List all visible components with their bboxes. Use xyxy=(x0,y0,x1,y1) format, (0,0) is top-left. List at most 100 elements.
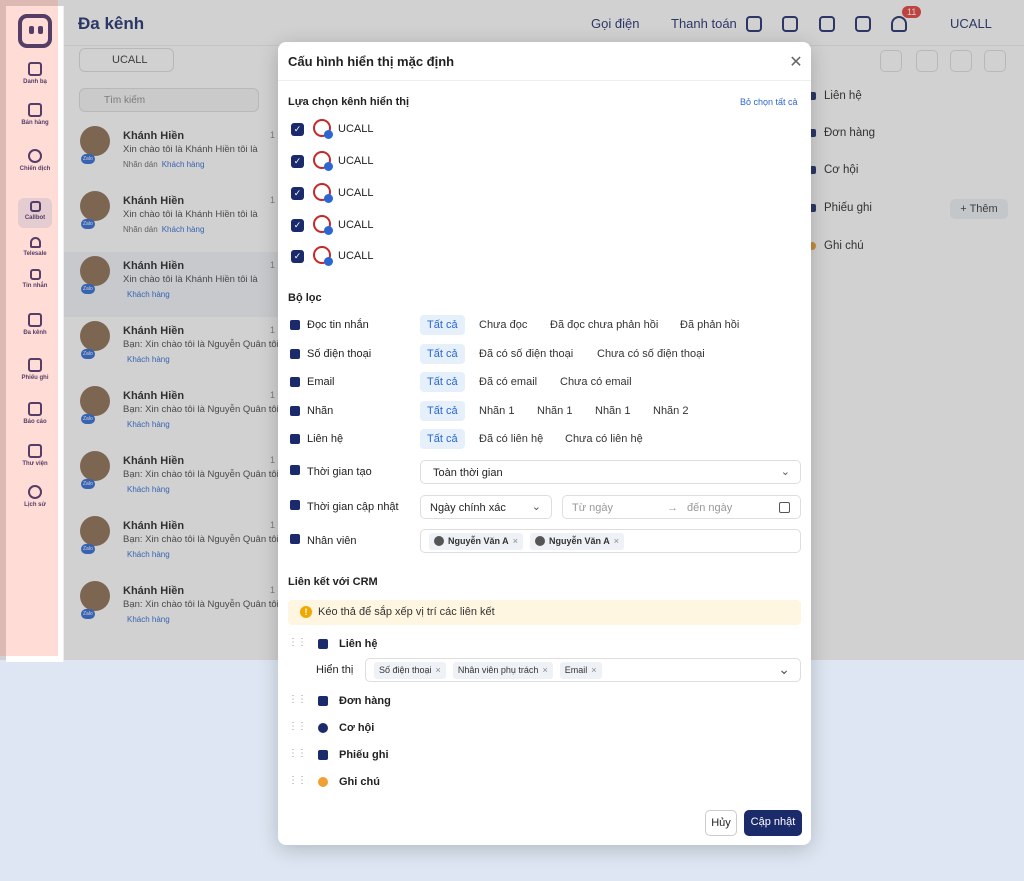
filter-chip[interactable]: Tất cả xyxy=(420,429,465,449)
filter-chip[interactable]: Đã phản hồi xyxy=(673,315,746,335)
date-range-input[interactable]: Từ ngày → đến ngày xyxy=(562,495,801,519)
remove-icon[interactable]: × xyxy=(436,665,441,675)
checkbox[interactable]: ✓ xyxy=(291,187,304,200)
key-icon xyxy=(318,723,328,733)
arrow-right-icon: → xyxy=(667,502,678,514)
drag-handle-icon[interactable]: ⋮⋮ xyxy=(288,694,307,705)
crm-link-contact[interactable]: ⋮⋮ Liên hệ xyxy=(288,636,798,654)
drag-handle-icon[interactable]: ⋮⋮ xyxy=(288,775,307,786)
ucall-channel-icon xyxy=(313,119,333,139)
filter-chip[interactable]: Tất cả xyxy=(420,372,465,392)
filter-chip[interactable]: Tất cả xyxy=(420,315,465,335)
filter-chip[interactable]: Nhãn 2 xyxy=(646,401,695,421)
filter-updated-time: Thời gian cập nhật Ngày chính xác ⌄ Từ ng… xyxy=(288,495,803,521)
filter-chip[interactable]: Đã có số điện thoại xyxy=(472,344,580,364)
filter-chip[interactable]: Nhãn 1 xyxy=(530,401,579,421)
filter-created-time: Thời gian tạo Toàn thời gian ⌄ xyxy=(288,460,803,486)
contact-card-icon xyxy=(318,639,328,649)
crm-link-note[interactable]: ⋮⋮ Ghi chú xyxy=(288,774,798,792)
filter-label: Nhãn Tất cả Nhãn 1 Nhãn 1 Nhãn 1 Nhãn 2 xyxy=(288,401,803,423)
cancel-button[interactable]: Hủy xyxy=(705,810,737,836)
filter-contact: Liên hệ Tất cả Đã có liên hệ Chưa có liê… xyxy=(288,429,803,451)
filter-chip[interactable]: Tất cả xyxy=(420,401,465,421)
display-fields-select[interactable]: Số điện thoại × Nhân viên phụ trách × Emai… xyxy=(365,658,801,682)
deselect-all-link[interactable]: Bỏ chọn tất cả xyxy=(740,97,798,107)
filter-chip[interactable]: Nhãn 1 xyxy=(588,401,637,421)
tag-icon xyxy=(290,406,300,416)
filter-chip[interactable]: Đã có email xyxy=(472,372,544,392)
settings-modal: Cấu hình hiển thị mặc định ✕ Lựa chọn kê… xyxy=(278,42,811,845)
ticket-icon xyxy=(318,750,328,760)
calendar-icon xyxy=(290,465,300,475)
staff-tag: Nguyễn Văn A × xyxy=(429,533,523,550)
avatar xyxy=(434,536,444,546)
filter-chip[interactable]: Chưa có số điện thoại xyxy=(590,344,712,364)
channel-section-title: Lựa chọn kênh hiển thị xyxy=(288,96,410,108)
channel-option[interactable]: ✓ UCALL xyxy=(291,119,491,139)
date-mode-select[interactable]: Ngày chính xác ⌄ xyxy=(420,495,552,519)
sidebar-backdrop xyxy=(0,0,58,656)
modal-title: Cấu hình hiển thị mặc định xyxy=(288,54,455,69)
chevron-down-icon: ⌄ xyxy=(531,501,541,513)
channel-option[interactable]: ✓ UCALL xyxy=(291,215,491,235)
phone-icon xyxy=(290,349,300,359)
field-tag: Email × xyxy=(559,662,602,679)
channel-option[interactable]: ✓ UCALL xyxy=(291,151,491,171)
filter-staff: Nhân viên Nguyễn Văn A × Nguyễn Văn A × xyxy=(288,529,803,555)
crm-link-ticket[interactable]: ⋮⋮ Phiếu ghi xyxy=(288,747,798,765)
checkbox[interactable]: ✓ xyxy=(291,155,304,168)
note-icon xyxy=(318,777,328,787)
checkbox[interactable]: ✓ xyxy=(291,123,304,136)
ucall-channel-icon xyxy=(313,151,333,171)
remove-icon[interactable]: × xyxy=(614,536,619,546)
filter-email: Email Tất cả Đã có email Chưa có email xyxy=(288,372,803,394)
filter-chip[interactable]: Chưa đọc xyxy=(472,315,534,335)
ucall-channel-icon xyxy=(313,215,333,235)
remove-icon[interactable]: × xyxy=(542,665,547,675)
divider xyxy=(278,80,811,81)
crm-link-order[interactable]: ⋮⋮ Đơn hàng xyxy=(288,693,798,711)
filter-chip[interactable]: Đã có liên hệ xyxy=(472,429,550,449)
ucall-channel-icon xyxy=(313,183,333,203)
drag-hint: Kéo thả để sắp xếp vị trí các liên kết xyxy=(288,600,801,625)
filter-phone: Số điện thoại Tất cả Đã có số điện thoại… xyxy=(288,344,803,366)
staff-tag: Nguyễn Văn A × xyxy=(530,533,624,550)
display-fields-row: Hiển thị Số điện thoại × Nhân viên phụ tr… xyxy=(288,658,803,684)
checkbox[interactable]: ✓ xyxy=(291,250,304,263)
drag-handle-icon[interactable]: ⋮⋮ xyxy=(288,748,307,759)
calendar-icon[interactable] xyxy=(779,502,790,513)
calendar-icon xyxy=(290,500,300,510)
close-icon[interactable]: ✕ xyxy=(788,52,804,71)
staff-multiselect[interactable]: Nguyễn Văn A × Nguyễn Văn A × xyxy=(420,529,801,553)
filter-section-title: Bộ lọc xyxy=(288,292,322,304)
filter-chip[interactable]: Đã đọc chưa phản hồi xyxy=(543,315,665,335)
cart-icon xyxy=(318,696,328,706)
filter-read-status: Đọc tin nhắn Tất cả Chưa đọc Đã đọc chưa… xyxy=(288,315,803,337)
channel-option[interactable]: ✓ UCALL xyxy=(291,246,491,266)
drag-handle-icon[interactable]: ⋮⋮ xyxy=(288,721,307,732)
filter-chip[interactable]: Chưa có liên hệ xyxy=(558,429,650,449)
avatar xyxy=(535,536,546,546)
field-tag: Số điện thoại × xyxy=(374,662,446,679)
message-icon xyxy=(290,320,300,330)
sidebar: Danh bạ Bán hàng Chiến dịch Callbot Tele… xyxy=(0,0,64,662)
chevron-down-icon: ⌄ xyxy=(778,661,790,677)
crm-section-title: Liên kết với CRM xyxy=(288,576,378,588)
filter-chip[interactable]: Tất cả xyxy=(420,344,465,364)
filter-chip[interactable]: Chưa có email xyxy=(553,372,639,392)
channel-option[interactable]: ✓ UCALL xyxy=(291,183,491,203)
field-tag: Nhân viên phụ trách × xyxy=(452,662,553,679)
remove-icon[interactable]: × xyxy=(591,665,596,675)
mail-icon xyxy=(290,377,300,387)
checkbox[interactable]: ✓ xyxy=(291,219,304,232)
created-time-select[interactable]: Toàn thời gian ⌄ xyxy=(420,460,801,484)
remove-icon[interactable]: × xyxy=(513,536,518,546)
update-button[interactable]: Cập nhật xyxy=(744,810,802,836)
filter-chip[interactable]: Nhãn 1 xyxy=(472,401,521,421)
chevron-down-icon: ⌄ xyxy=(780,466,790,478)
ucall-channel-icon xyxy=(313,246,333,266)
drag-handle-icon[interactable]: ⋮⋮ xyxy=(288,637,307,648)
crm-link-opportunity[interactable]: ⋮⋮ Cơ hội xyxy=(288,720,798,738)
contact-card-icon xyxy=(290,434,300,444)
user-icon xyxy=(290,534,300,544)
